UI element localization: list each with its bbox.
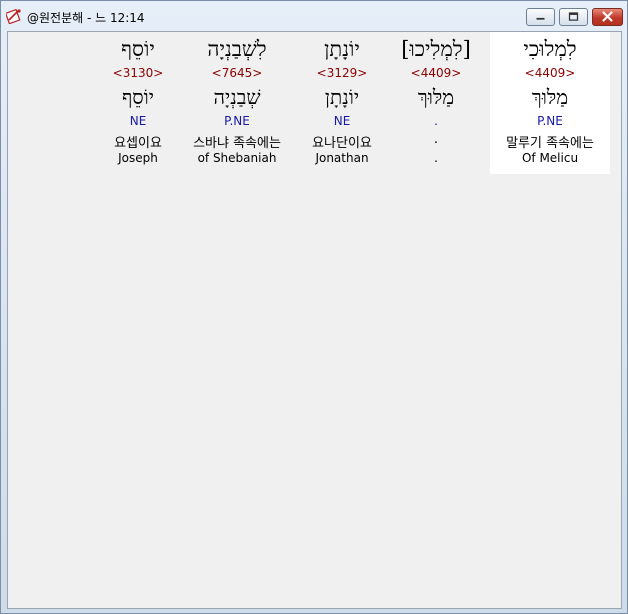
close-icon bbox=[602, 11, 613, 22]
app-window: @원전분해 - 느 12:14 יוֹסֵף <3130> יוֹסֵף NE … bbox=[0, 0, 628, 614]
korean-gloss: 말루기 족속에는 bbox=[506, 136, 594, 151]
window-title: @원전분해 - 느 12:14 bbox=[27, 11, 145, 25]
strong-number[interactable]: <4409> bbox=[376, 66, 496, 80]
minimize-button[interactable] bbox=[526, 8, 555, 26]
hebrew-word: [לִמְלִיכוּ] bbox=[401, 37, 471, 61]
hebrew-root: מַלּוּךְ bbox=[417, 85, 455, 109]
word-column-selected[interactable]: לִמְלוּכִי <4409> מַלּוּךְ P.NE 말루기 족속에는… bbox=[490, 32, 610, 174]
maximize-button[interactable] bbox=[559, 8, 588, 26]
word-column[interactable]: לִשְׁבַנְיָה <7645> שְׁבַנְיָה P.NE 스바냐 … bbox=[177, 32, 297, 174]
analysis-pane[interactable]: יוֹסֵף <3130> יוֹסֵף NE 요셉이요 Joseph לִשְ… bbox=[7, 31, 622, 609]
part-of-speech: P.NE bbox=[224, 114, 250, 128]
word-column[interactable]: [לִמְלִיכוּ] <4409> מַלּוּךְ . . . bbox=[376, 32, 496, 174]
english-gloss: . bbox=[434, 151, 438, 165]
app-icon bbox=[6, 8, 21, 24]
minimize-icon bbox=[536, 17, 545, 20]
hebrew-root: שְׁבַנְיָה bbox=[213, 85, 261, 109]
strong-number[interactable]: <4409> bbox=[490, 66, 610, 80]
part-of-speech: . bbox=[434, 114, 438, 128]
english-gloss: of Shebaniah bbox=[197, 151, 277, 165]
hebrew-word: לִמְלוּכִי bbox=[523, 37, 577, 61]
part-of-speech: P.NE bbox=[537, 114, 563, 128]
english-gloss: Of Melicu bbox=[521, 151, 579, 165]
hebrew-word: לִשְׁבַנְיָה bbox=[207, 37, 267, 61]
strong-number[interactable]: <7645> bbox=[177, 66, 297, 80]
korean-gloss: . bbox=[433, 132, 439, 147]
close-button[interactable] bbox=[592, 8, 623, 26]
hebrew-root: מַלּוּךְ bbox=[531, 85, 569, 109]
title-bar[interactable]: @원전분해 - 느 12:14 bbox=[1, 1, 627, 31]
maximize-icon bbox=[568, 12, 579, 21]
korean-gloss: 스바냐 족속에는 bbox=[193, 136, 281, 151]
